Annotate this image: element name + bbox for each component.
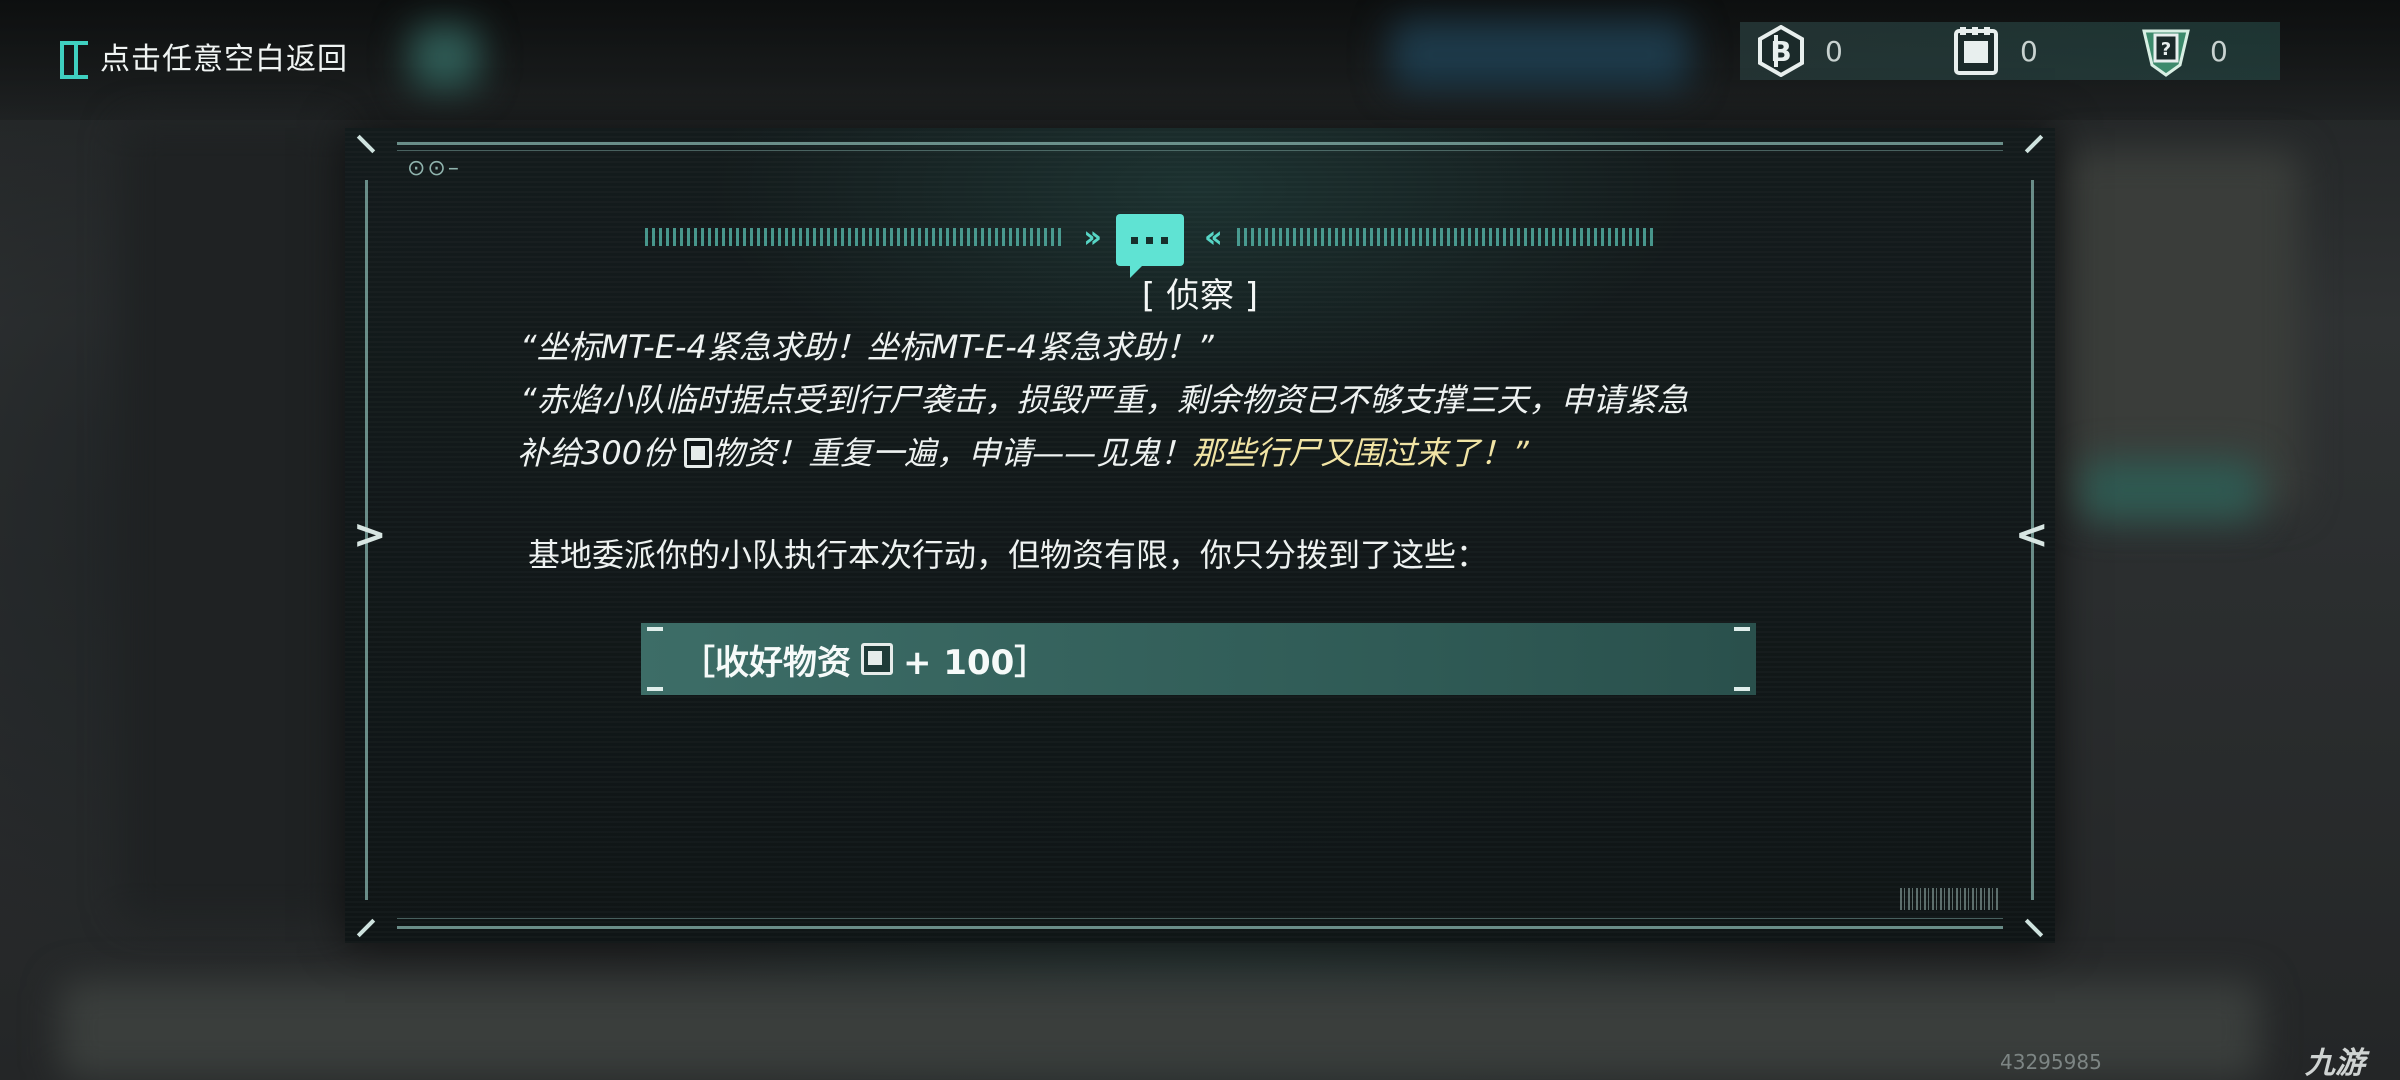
svg-text:?: ? <box>2161 39 2171 60</box>
resource-bar: B 0 0 ? 0 <box>1740 22 2280 80</box>
button-corner <box>1734 687 1750 691</box>
collect-supplies-button[interactable]: ［收好物资 + 100］ <box>641 623 1756 695</box>
quote-line-1: “坐标MT-E-4紧急求助！坐标MT-E-4紧急求助！” <box>520 328 1214 366</box>
frame-top-line-inner <box>397 150 2003 151</box>
mystery-count: 0 <box>2210 34 2228 68</box>
header-hatch-right <box>1236 228 1655 246</box>
chat-bubble-icon <box>1115 214 1185 278</box>
frame-top-line <box>397 142 2003 145</box>
background-blur-shape <box>120 120 340 920</box>
watermark-logo: 九游 <box>2305 1046 2365 1080</box>
double-chevron-left-icon: ‹‹ <box>1204 219 1223 255</box>
frame-corner <box>2024 918 2044 938</box>
quote-line-3-start: 补给300份 <box>517 434 685 472</box>
frame-corner <box>356 918 376 938</box>
supply-crate-icon <box>861 643 893 675</box>
mystery-card-icon: ? <box>2140 25 2192 77</box>
background-blur-shape <box>2060 150 2300 510</box>
quote-line-2: “赤焰小队临时据点受到行尸袭击，损毁严重，剩余物资已不够支撑三天，申请紧急 <box>520 381 1689 419</box>
background-blur-shape <box>410 25 480 90</box>
quote-line-3-highlight: 那些行尸又围过来了！” <box>1192 434 1529 472</box>
supply-count: 0 <box>2020 34 2038 68</box>
button-corner <box>647 627 663 631</box>
button-corner <box>647 687 663 691</box>
coin-icon: B <box>1755 25 1807 77</box>
coin-count: 0 <box>1825 34 1843 68</box>
button-corner <box>1734 627 1750 631</box>
background-blur-shape <box>60 980 2260 1080</box>
background-blur-shape <box>2080 460 2260 520</box>
back-hint-label: 点击任意空白返回 <box>100 42 348 77</box>
supply-crate-icon <box>1950 25 2002 77</box>
resource-supply[interactable]: 0 <box>1950 25 2038 77</box>
right-side-tab: < <box>2015 512 2049 558</box>
decorative-barcode <box>1900 888 2000 910</box>
background-blur-shape <box>1390 20 1690 90</box>
tap-blank-to-return[interactable]: 点击任意空白返回 <box>60 36 348 79</box>
dialog-title: [ 侦察 ] <box>1141 276 1259 316</box>
resource-coin[interactable]: B 0 <box>1755 25 1843 77</box>
frame-corner <box>356 134 376 154</box>
reward-label-suffix: + 100］ <box>903 642 1049 683</box>
supply-crate-icon <box>684 438 713 468</box>
dialog-body-text: 基地委派你的小队执行本次行动，但物资有限，你只分拨到了这些： <box>528 536 1489 574</box>
svg-text:B: B <box>1770 35 1791 68</box>
dialog-header-strip: ›› ‹‹ <box>645 214 1655 278</box>
resource-mystery[interactable]: ? 0 <box>2140 25 2228 77</box>
frame-corner <box>2024 134 2044 154</box>
reward-label-prefix: ［收好物资 <box>681 642 851 683</box>
double-bracket-back-icon <box>60 39 90 79</box>
header-hatch-left <box>645 228 1064 246</box>
double-chevron-right-icon: ›› <box>1083 219 1102 255</box>
quote-line-3-middle: 物资！重复一遍，申请——见鬼！ <box>712 434 1193 472</box>
watermark-id: 43295985 <box>2000 1050 2102 1074</box>
header-dots: ⊙⊙– <box>407 156 461 181</box>
left-side-tab: > <box>353 512 387 558</box>
frame-bottom-line-inner <box>397 918 2003 919</box>
frame-bottom-line <box>397 926 2003 929</box>
scout-event-dialog: > < ⊙⊙– ›› ‹‹ [ 侦察 ] “坐标MT-E-4紧急求助！坐标MT-… <box>345 128 2055 943</box>
quote-line-3: 补给300份 物资！重复一遍，申请——见鬼！那些行尸又围过来了！” <box>517 426 1529 480</box>
